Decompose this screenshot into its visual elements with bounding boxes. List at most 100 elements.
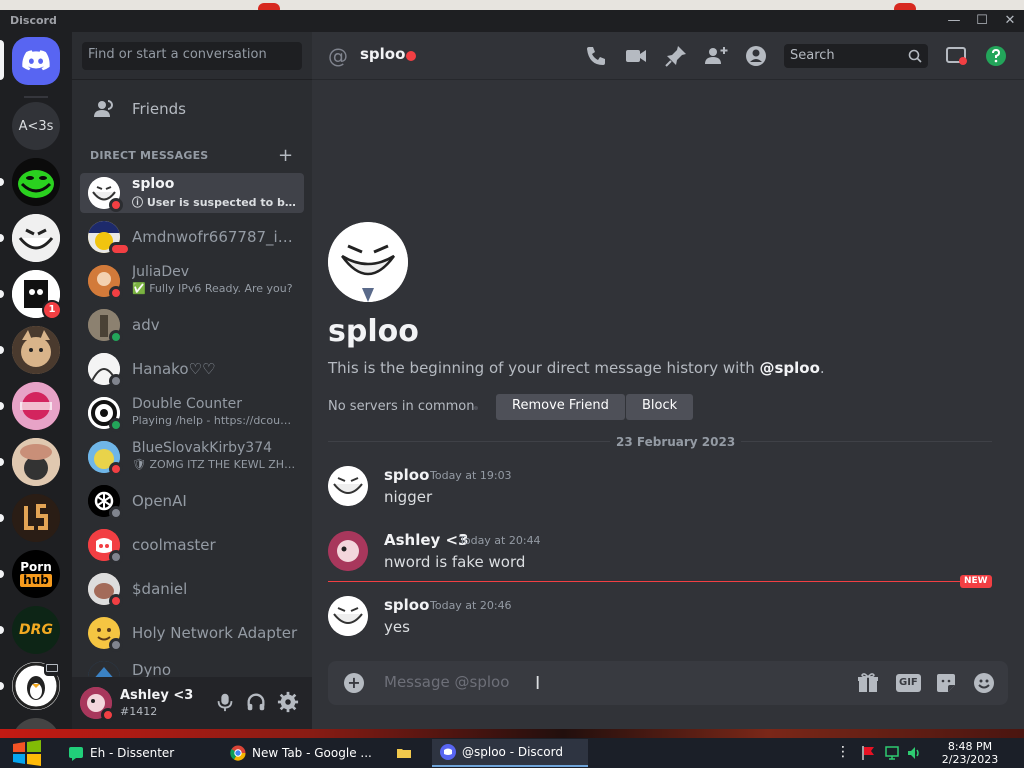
message-timestamp: Today at 20:46 [430,599,512,612]
attach-button[interactable]: + [344,673,364,693]
message-text: nigger [384,488,433,506]
taskbar-item-discord[interactable]: @sploo - Discord [432,739,588,767]
browser-top-strip [0,0,1024,15]
gift-icon[interactable] [856,671,880,695]
gear-icon[interactable] [277,691,299,713]
server-cat[interactable] [12,326,60,374]
dm-name: JuliaDev [132,264,190,280]
offline-status-icon [109,506,123,520]
date-label: 23 February 2023 [610,435,742,449]
gif-button[interactable]: GIF [896,674,921,692]
unread-indicator [0,626,4,634]
desktop-wallpaper-strip [0,729,1024,738]
discord-icon [440,744,456,760]
avatar-icon [328,531,368,571]
search-placeholder: Search [790,48,835,63]
create-dm-button[interactable]: + [278,145,293,166]
add-friend-icon[interactable] [704,44,728,68]
dm-item-adv[interactable]: adv [80,305,304,345]
server-rail: A<3s 1 Porn hub DRG [0,32,72,729]
maximize-button[interactable]: ☐ [968,12,996,30]
user-profile-icon[interactable] [744,44,768,68]
server-troll-green[interactable] [12,158,60,206]
headphones-icon[interactable] [245,691,267,713]
sticker-icon[interactable] [934,671,958,695]
dm-item-coolmaster[interactable]: coolmaster [80,525,304,565]
screen-icon [44,662,60,676]
taskbar-item-chrome[interactable]: New Tab - Google ... [222,739,382,767]
taskbar-clock[interactable]: 8:48 PM 2/23/2023 [930,740,1010,766]
pin-icon[interactable] [664,44,688,68]
chrome-icon [230,745,246,761]
dm-item-double-counter[interactable]: Double Counter Playing /help - https://d… [80,393,304,433]
taskbar-item-dissenter[interactable]: Eh - Dissenter [60,739,216,767]
channel-name: sploo [360,45,406,63]
unread-indicator [0,514,4,522]
dm-item-hanako[interactable]: Hanako♡♡ [80,349,304,389]
app-title: Discord [10,14,57,27]
server-mention-badge: 1 [42,300,62,320]
server-ls[interactable] [12,494,60,542]
at-icon: @ [328,44,348,68]
message-author[interactable]: sploo [384,466,429,484]
dm-item-holy-network-adapter[interactable]: Holy Network Adapter [80,613,304,653]
message-timestamp: Today at 20:44 [459,534,541,547]
dm-item-blueslovakkirby[interactable]: BlueSlovakKirby374 🛡 ZOMG ITZ THE KEWL Z… [80,437,304,477]
close-button[interactable]: ✕ [996,12,1024,30]
dm-item-amdnwofr[interactable]: Amdnwofr667787_im... [80,217,304,257]
message-avatar[interactable] [328,596,368,636]
server-pink[interactable] [12,382,60,430]
help-icon[interactable] [984,44,1008,68]
rail-divider [24,96,48,98]
home-button[interactable] [12,37,60,85]
message-author[interactable]: Ashley <3 [384,531,469,549]
server-hand[interactable] [12,438,60,486]
video-call-icon[interactable] [624,44,648,68]
microphone-icon[interactable] [214,691,236,713]
red-flag-icon[interactable] [860,745,876,761]
message-avatar[interactable] [328,466,368,506]
unread-indicator [0,458,4,466]
taskbar-item-file-explorer[interactable] [388,739,428,767]
message-input[interactable]: Message @sploo [384,673,509,691]
server-partial[interactable] [12,718,60,729]
dm-item-sploo[interactable]: sploo ⓘ User is suspected to be a tr... [80,173,304,213]
minimize-button[interactable]: — [940,12,968,30]
message: sploo Today at 20:46 yes [328,596,988,646]
server-troll-white[interactable] [12,214,60,262]
volume-icon[interactable] [906,745,922,761]
friends-label: Friends [132,100,186,118]
network-icon[interactable] [884,745,900,761]
text-cursor-icon: I [535,673,541,694]
friends-nav-item[interactable]: Friends [80,88,304,130]
block-button[interactable]: Block [626,394,694,420]
dm-item-daniel[interactable]: $daniel [80,569,304,609]
dm-item-openai[interactable]: OpenAI [80,481,304,521]
server-drg[interactable]: DRG [12,606,60,654]
dm-name: Amdnwofr667787_im... [132,228,298,246]
profile-name: sploo [328,314,419,349]
profile-avatar-large [328,222,408,302]
folder-icon [397,749,411,758]
ls-logo-icon [12,494,60,542]
overflow-menu-icon[interactable]: ⋮ [836,745,850,761]
emoji-icon[interactable] [972,671,996,695]
server-a3s[interactable]: A<3s [12,102,60,150]
inbox-icon[interactable] [944,44,968,68]
voice-call-icon[interactable] [584,44,608,68]
dnd-status-icon [109,462,123,476]
message-avatar[interactable] [328,531,368,571]
header-search-input[interactable]: Search [784,44,928,68]
server-avatar-icon [12,382,60,430]
channel-header: @ sploo Search [312,32,1024,80]
dm-item-juliadev[interactable]: JuliaDev ✅ Fully IPv6 Ready. Are you? [80,261,304,301]
server-ph[interactable]: Porn hub [12,550,60,598]
dm-beginning-prefix: This is the beginning of your direct mes… [328,359,760,377]
direct-messages-header: DIRECT MESSAGES [90,149,209,162]
find-conversation-input[interactable]: Find or start a conversation [82,42,302,70]
message-author[interactable]: sploo [384,596,429,614]
windows-start-icon[interactable] [10,739,44,767]
remove-friend-button[interactable]: Remove Friend [496,394,625,420]
dnd-status-icon [109,286,123,300]
troll-face-icon [328,466,368,506]
